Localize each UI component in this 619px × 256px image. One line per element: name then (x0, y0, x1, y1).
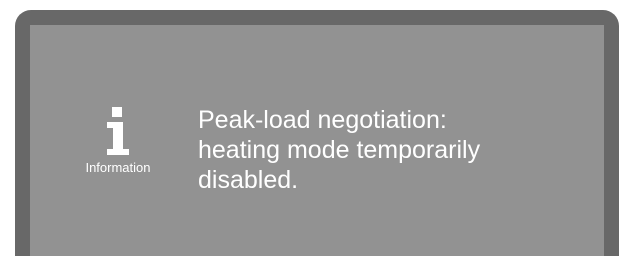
information-icon (107, 107, 129, 155)
information-label: Information (85, 160, 151, 175)
message-line: Peak-load negotiation: (198, 106, 447, 134)
dialog-message: Peak-load negotiation: heating mode temp… (198, 105, 598, 195)
message-line: disabled. (198, 166, 299, 194)
message-line: heating mode temporarily (198, 136, 481, 164)
dialog-frame: Information Peak-load negotiation: heati… (15, 10, 619, 256)
information-dialog: Information Peak-load negotiation: heati… (30, 25, 604, 256)
